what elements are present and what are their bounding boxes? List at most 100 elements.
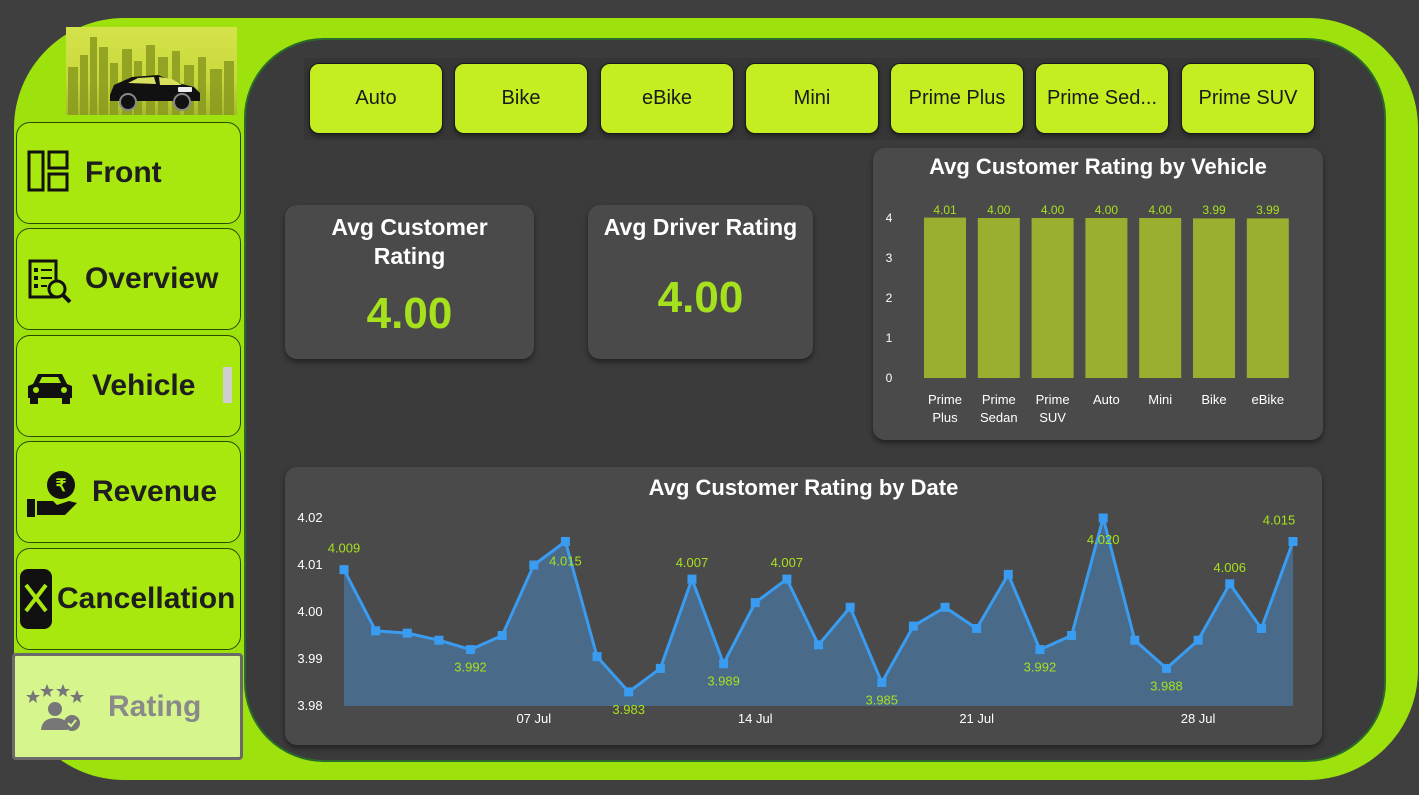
car-icon: [28, 374, 72, 404]
chart-card-rating-by-vehicle: Avg Customer Rating by Vehicle 0 1 2 3 4 4.01…: [873, 148, 1323, 440]
data-label: 3.989: [707, 674, 740, 689]
data-point: [560, 537, 570, 546]
kpi-title-customer: Avg Customer Rating: [285, 213, 534, 271]
y-tick-label: 4.00: [297, 604, 322, 619]
data-label: 4.006: [1213, 560, 1246, 575]
slicer-option-bike[interactable]: Bike: [454, 63, 588, 134]
layout-icon: [27, 150, 69, 192]
y-tick-label: 3.98: [297, 698, 322, 713]
slicer-option-prime-sedan[interactable]: Prime Sed...: [1035, 63, 1169, 134]
kpi-title-driver: Avg Driver Rating: [603, 214, 798, 240]
data-point: [434, 635, 444, 645]
x-tick-label: Mini: [1148, 392, 1172, 407]
x-tick-label: Sedan: [980, 410, 1018, 425]
nav-label-vehicle: Vehicle: [92, 369, 196, 402]
slicer-option-ebike[interactable]: eBike: [600, 63, 734, 134]
x-tick-label: Bike: [1201, 392, 1226, 407]
data-point: [466, 645, 476, 655]
kpi-card-driver-rating: Avg Driver Rating 4.00: [588, 205, 813, 359]
kpi-value-driver: 4.00: [657, 273, 744, 322]
data-point: [1288, 537, 1298, 546]
slicer-option-auto[interactable]: Auto: [309, 63, 443, 134]
data-point: [782, 574, 792, 584]
y-tick-label: 3.99: [297, 651, 322, 666]
x-tick-label: Plus: [932, 410, 958, 425]
data-point: [1130, 635, 1140, 645]
kpi-value-customer: 4.00: [366, 289, 453, 338]
y-tick-label: 1: [886, 331, 893, 345]
nav-item-vehicle[interactable]: Vehicle: [16, 335, 241, 437]
data-point: [972, 623, 982, 633]
report-search-icon: [28, 259, 72, 304]
nav-label-front: Front: [85, 156, 162, 189]
data-point: [371, 626, 381, 636]
y-tick-label: 4: [886, 211, 893, 225]
data-point: [1035, 645, 1045, 655]
nav-label-revenue: Revenue: [92, 475, 218, 508]
data-label: 4.015: [549, 554, 582, 569]
kpi-title-line2: Rating: [373, 243, 446, 269]
x-tick-label: eBike: [1252, 392, 1285, 407]
data-point: [529, 560, 539, 570]
data-label: 3.992: [454, 660, 487, 675]
data-label: 3.99: [1202, 203, 1226, 217]
slicer-option-mini[interactable]: Mini: [745, 63, 879, 134]
nav-item-overview[interactable]: Overview: [16, 228, 241, 330]
data-point: [655, 663, 665, 673]
bar: [1246, 218, 1289, 378]
nav-label-cancellation: Cancellation: [57, 582, 236, 615]
nav-item-cancellation[interactable]: Cancellation: [16, 548, 241, 650]
data-point: [1256, 623, 1266, 633]
data-label: 4.009: [328, 541, 361, 556]
nav-label-overview: Overview: [85, 262, 219, 295]
y-tick-label: 2: [886, 291, 893, 305]
x-tick-label: 07 Jul: [516, 711, 551, 726]
data-label: 4.007: [771, 555, 804, 570]
data-point: [497, 631, 507, 640]
scroll-indicator[interactable]: [223, 367, 232, 403]
bar: [1031, 218, 1074, 378]
y-tick-label: 0: [886, 371, 893, 385]
data-point: [814, 640, 823, 650]
data-point: [1003, 569, 1013, 579]
data-label: 3.988: [1150, 678, 1183, 693]
data-label: 3.992: [1024, 660, 1057, 675]
kpi-title-line1: Avg Customer: [331, 214, 488, 240]
data-point: [1225, 579, 1235, 589]
data-point: [402, 628, 412, 638]
slicer-option-prime-suv[interactable]: Prime SUV: [1181, 63, 1315, 134]
data-point: [687, 574, 697, 584]
data-point: [908, 621, 918, 631]
data-point: [339, 565, 349, 575]
data-point: [1098, 513, 1108, 523]
y-tick-label: 4.02: [297, 510, 322, 525]
x-tick-label: 21 Jul: [959, 711, 994, 726]
data-label: 4.020: [1087, 532, 1120, 547]
data-point: [877, 678, 887, 687]
data-point: [845, 602, 855, 612]
bar: [1193, 218, 1235, 378]
data-label: 4.00: [987, 203, 1011, 217]
data-point: [1161, 663, 1171, 673]
chart-card-rating-by-date: Avg Customer Rating by Date 4.02 4.01 4.00…: [285, 467, 1322, 745]
bar: [924, 217, 966, 378]
svg-text:₹: ₹: [56, 476, 67, 495]
slicer-option-prime-plus[interactable]: Prime Plus: [890, 63, 1024, 134]
data-label: 3.983: [612, 702, 645, 717]
bar: [1139, 218, 1182, 378]
nav-item-front[interactable]: Front: [16, 122, 241, 224]
x-tick-label: SUV: [1039, 410, 1066, 425]
data-label: 4.015: [1263, 513, 1296, 528]
data-label: 4.007: [676, 555, 709, 570]
nav-item-revenue[interactable]: ₹ Revenue: [16, 441, 241, 543]
nav-item-rating[interactable]: Rating: [12, 653, 243, 760]
data-point: [1067, 631, 1077, 640]
y-tick-label: 3: [886, 251, 893, 265]
nav-label-rating: Rating: [108, 689, 202, 723]
rupee-hand-icon: ₹: [27, 471, 77, 517]
bar-chart: 0 1 2 3 4 4.01 Prime Plus 4.00 Prime Sedan 4.00 Prim…: [886, 203, 1289, 425]
cancel-x-icon: [20, 569, 52, 629]
data-label: 4.01: [933, 203, 957, 217]
x-tick-label: Prime: [1036, 392, 1070, 407]
bar: [977, 218, 1020, 378]
